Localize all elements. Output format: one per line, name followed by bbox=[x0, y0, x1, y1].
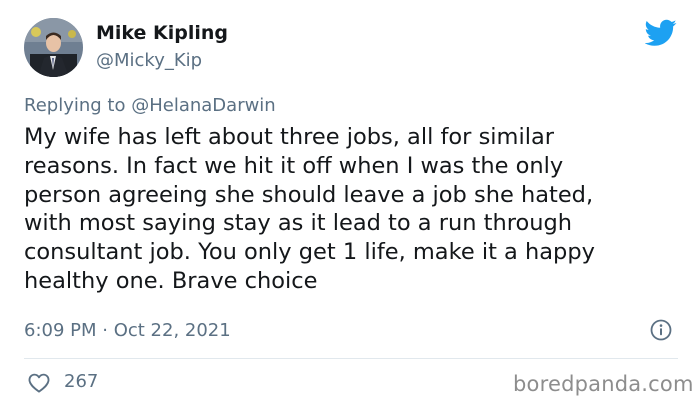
avatar[interactable] bbox=[24, 18, 83, 77]
replying-mention-link[interactable]: @HelanaDarwin bbox=[131, 95, 276, 116]
author-handle[interactable]: @Micky_Kip bbox=[96, 50, 202, 71]
author-name[interactable]: Mike Kipling bbox=[96, 22, 228, 44]
info-icon[interactable] bbox=[650, 319, 672, 341]
tweet-body-line: healthy one. Brave choice bbox=[24, 267, 318, 294]
tweet-timestamp[interactable]: 6:09 PM · Oct 22, 2021 bbox=[24, 320, 231, 341]
replying-prefix: Replying to bbox=[24, 95, 126, 116]
tweet-body: My wife has left about three jobs, all f… bbox=[24, 123, 694, 296]
info-glyph bbox=[650, 319, 672, 341]
tweet-body-line: My wife has left about three jobs, all f… bbox=[24, 124, 555, 150]
tweet-body-line: with most saying stay as it lead to a ru… bbox=[24, 210, 573, 237]
tweet-body-line: person agreeing she should leave a job s… bbox=[24, 181, 594, 208]
heart-icon[interactable] bbox=[28, 373, 50, 393]
replying-to: Replying to @HelanaDarwin bbox=[24, 95, 276, 116]
like-count: 267 bbox=[64, 371, 99, 392]
tweet-body-line: consultant job. You only get 1 life, mak… bbox=[24, 239, 595, 266]
avatar-image bbox=[24, 18, 83, 77]
twitter-bird-icon[interactable] bbox=[644, 19, 677, 47]
watermark: boredpanda.com bbox=[513, 372, 694, 396]
twitter-bird-glyph bbox=[644, 19, 677, 46]
divider bbox=[24, 358, 678, 359]
heart-glyph bbox=[28, 373, 50, 393]
tweet-card: Mike Kipling @Micky_Kip Replying to @Hel… bbox=[0, 0, 700, 410]
tweet-body-line: reasons. In fact we hit it off when I wa… bbox=[24, 152, 564, 179]
